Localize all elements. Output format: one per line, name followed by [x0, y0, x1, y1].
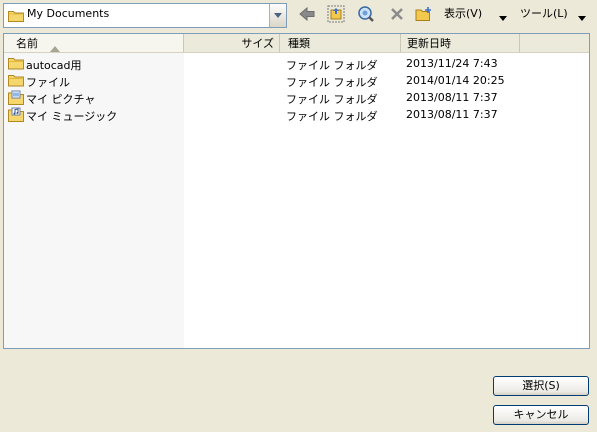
- column-header-name[interactable]: 名前: [4, 34, 184, 52]
- back-button[interactable]: [296, 4, 318, 26]
- column-header-date[interactable]: 更新日時: [401, 34, 520, 52]
- file-type: ファイル フォルダ: [286, 76, 378, 89]
- select-button[interactable]: 選択(S): [493, 376, 589, 396]
- file-date: 2013/08/11 7:37: [406, 91, 498, 104]
- new-folder-icon: [415, 6, 433, 25]
- file-date: 2014/01/14 20:25: [406, 74, 505, 87]
- column-header-filler: [520, 34, 589, 52]
- file-type: ファイル フォルダ: [286, 93, 378, 106]
- file-name: マイ ミュージック: [26, 110, 118, 123]
- tools-menu-button[interactable]: ツール(L): [520, 5, 568, 21]
- up-folder-button[interactable]: [325, 4, 347, 26]
- search-web-button[interactable]: [355, 4, 377, 26]
- folder-icon: [8, 9, 24, 25]
- music-folder-icon: [8, 107, 24, 125]
- file-name: ファイル: [26, 76, 70, 89]
- file-date: 2013/11/24 7:43: [406, 57, 498, 70]
- list-item[interactable]: autocad用 ファイル フォルダ 2013/11/24 7:43: [4, 55, 589, 72]
- view-chevron-down-icon[interactable]: [499, 11, 507, 24]
- cancel-button[interactable]: キャンセル: [493, 405, 589, 425]
- file-list[interactable]: 名前 サイズ 種類 更新日時 autocad用 ファイル フォルダ 2013/1…: [3, 33, 590, 349]
- new-folder-button[interactable]: [413, 4, 435, 26]
- file-name: autocad用: [26, 59, 82, 72]
- column-header-type[interactable]: 種類: [280, 34, 401, 52]
- folder-icon: [8, 73, 24, 90]
- file-name: マイ ピクチャ: [26, 93, 96, 106]
- column-header-size[interactable]: サイズ: [184, 34, 280, 52]
- folder-icon: [8, 56, 24, 73]
- back-arrow-icon: [299, 6, 315, 24]
- column-header-name-label: 名前: [16, 37, 38, 50]
- tools-chevron-down-icon[interactable]: [578, 11, 586, 24]
- combo-dropdown-arrow-icon[interactable]: [269, 4, 286, 27]
- file-date: 2013/08/11 7:37: [406, 108, 498, 121]
- list-item[interactable]: マイ ミュージック ファイル フォルダ 2013/08/11 7:37: [4, 106, 589, 123]
- list-header: 名前 サイズ 種類 更新日時: [4, 34, 589, 53]
- file-type: ファイル フォルダ: [286, 110, 378, 123]
- search-globe-icon: [357, 5, 375, 26]
- up-folder-icon: [327, 5, 345, 26]
- file-type: ファイル フォルダ: [286, 59, 378, 72]
- location-value: My Documents: [27, 7, 110, 20]
- list-item[interactable]: ファイル ファイル フォルダ 2014/01/14 20:25: [4, 72, 589, 89]
- list-item[interactable]: マイ ピクチャ ファイル フォルダ 2013/08/11 7:37: [4, 89, 589, 106]
- delete-button[interactable]: [386, 4, 408, 26]
- view-menu-button[interactable]: 表示(V): [444, 5, 482, 21]
- location-combobox[interactable]: My Documents: [3, 3, 287, 28]
- delete-x-icon: [390, 7, 404, 24]
- toolbar: My Documents 表示(V) ツール(L): [0, 0, 597, 32]
